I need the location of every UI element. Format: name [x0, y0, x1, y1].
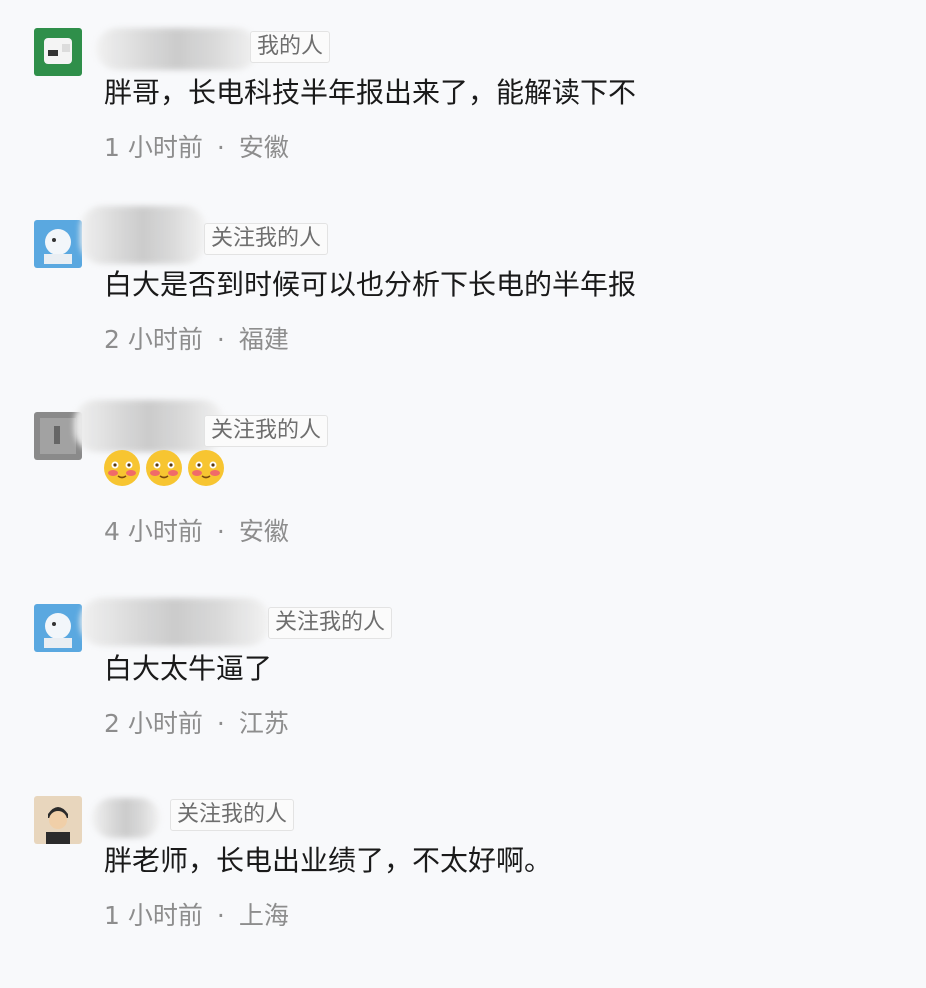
username-blurred[interactable]	[80, 598, 270, 646]
comment-time: 1 小时前	[104, 133, 203, 162]
username-blurred[interactable]	[74, 400, 224, 452]
username-blurred[interactable]	[80, 206, 206, 264]
user-avatar[interactable]	[34, 604, 82, 652]
comment-location: 福建	[238, 325, 289, 354]
blush-face-icon	[104, 450, 140, 486]
comment-meta: 2 小时前 · 江苏	[104, 708, 289, 740]
comment-text: 白大太牛逼了	[104, 652, 273, 685]
comment-location: 上海	[238, 901, 289, 930]
comment-time: 4 小时前	[104, 517, 203, 546]
comment-item: 关注我的人 白大太牛逼了 2 小时前 · 江苏	[0, 598, 926, 796]
comment-location: 安徽	[238, 517, 289, 546]
follow-badge: 关注我的人	[204, 415, 329, 447]
meta-separator: ·	[216, 901, 225, 930]
emoji-row	[102, 448, 226, 488]
meta-separator: ·	[216, 325, 225, 354]
meta-separator: ·	[216, 133, 225, 162]
comment-meta: 1 小时前 · 上海	[104, 900, 289, 932]
comment-meta: 4 小时前 · 安徽	[104, 516, 289, 548]
user-avatar[interactable]	[34, 220, 82, 268]
comment-text: 白大是否到时候可以也分析下长电的半年报	[104, 268, 637, 301]
comment-meta: 2 小时前 · 福建	[104, 324, 289, 356]
meta-separator: ·	[216, 709, 225, 738]
comment-item: 关注我的人 4 小时前 · 安徽	[0, 400, 926, 604]
blush-face-icon	[146, 450, 182, 486]
meta-separator: ·	[216, 517, 225, 546]
comment-item: 关注我的人 白大是否到时候可以也分析下长电的半年报 2 小时前 · 福建	[0, 206, 926, 412]
comment-text: 胖老师，长电出业绩了，不太好啊。	[104, 844, 553, 877]
follow-badge: 关注我的人	[170, 799, 295, 831]
comment-time: 2 小时前	[104, 709, 203, 738]
comment-time: 1 小时前	[104, 901, 203, 930]
follow-badge: 我的人	[250, 31, 331, 63]
follow-badge: 关注我的人	[268, 607, 393, 639]
comment-item: 我的人 胖哥，长电科技半年报出来了，能解读下不 1 小时前 · 安徽	[0, 28, 926, 220]
blush-face-icon	[188, 450, 224, 486]
comment-meta: 1 小时前 · 安徽	[104, 132, 289, 164]
follow-badge: 关注我的人	[204, 223, 329, 255]
username-blurred[interactable]	[92, 798, 160, 838]
user-avatar[interactable]	[34, 28, 82, 76]
comment-feed: { "comments": [ { "follow_label": "我的人",…	[0, 0, 926, 956]
comment-location: 江苏	[238, 709, 289, 738]
comment-time: 2 小时前	[104, 325, 203, 354]
comment-text: 胖哥，长电科技半年报出来了，能解读下不	[104, 76, 637, 109]
comment-item: 关注我的人 胖老师，长电出业绩了，不太好啊。 1 小时前 · 上海	[0, 796, 926, 988]
user-avatar[interactable]	[34, 796, 82, 844]
comment-location: 安徽	[238, 133, 289, 162]
username-blurred[interactable]	[96, 28, 258, 70]
